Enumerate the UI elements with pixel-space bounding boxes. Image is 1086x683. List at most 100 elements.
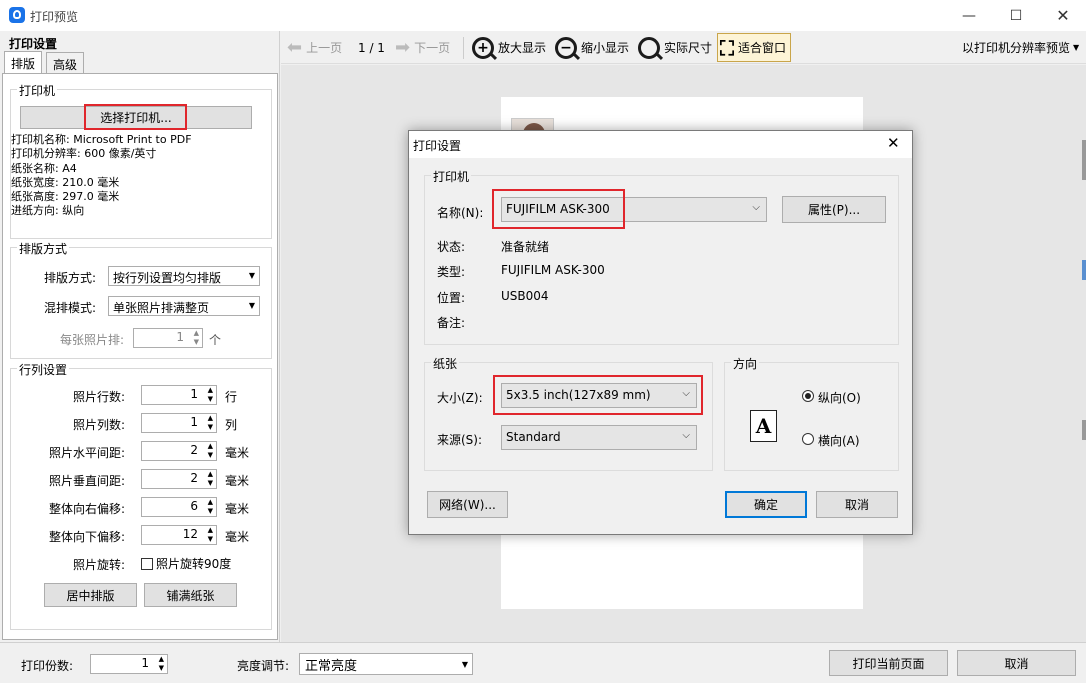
properties-button[interactable]: 属性(P)... bbox=[782, 196, 886, 223]
printer-info: 打印机名称: Microsoft Print to PDF 打印机分辨率: 60… bbox=[11, 133, 266, 219]
spinner-arrows-icon[interactable]: ▲ ▼ bbox=[208, 414, 213, 432]
grid-row-spinner[interactable]: 1 ▲ ▼ bbox=[141, 385, 217, 405]
grid-row-unit: 毫米 bbox=[225, 530, 250, 544]
dialog-close-icon[interactable]: ✕ bbox=[887, 134, 900, 152]
chevron-down-icon: ▼ bbox=[1073, 43, 1080, 52]
tab-layout[interactable]: 排版 bbox=[4, 51, 43, 74]
grid-row-spinner[interactable]: 1 ▲ ▼ bbox=[141, 413, 217, 433]
portrait-page-icon: A bbox=[750, 410, 777, 442]
paper-size-label: 大小(Z): bbox=[437, 391, 483, 405]
panel-title: 打印设置 bbox=[9, 37, 58, 51]
paper-name-info: 纸张名称: A4 bbox=[11, 161, 77, 175]
close-icon[interactable]: ✕ bbox=[1040, 0, 1086, 31]
portrait-radio[interactable]: 纵向(O) bbox=[802, 390, 892, 406]
dialog-printer-group-title: 打印机 bbox=[431, 168, 472, 185]
rotate-checkbox[interactable]: 照片旋转90度 bbox=[141, 555, 231, 571]
radio-button[interactable] bbox=[802, 390, 814, 402]
per-photo-spinner[interactable]: 1 ▲ ▼ bbox=[133, 328, 203, 348]
layout-group: 排版方式 排版方式: 按行列设置均匀排版 ▼ 混排模式: 单张照片排满整页 ▼ … bbox=[10, 240, 272, 359]
print-setup-dialog: 打印设置 ✕ 打印机 名称(N): FUJIFILM ASK-300 ⌵ 属性(… bbox=[408, 130, 913, 535]
title-bar: 打印预览 — ☐ ✕ bbox=[0, 0, 1086, 31]
grid-row-label: 照片列数: bbox=[72, 418, 125, 432]
prev-page-button[interactable]: ⬅ 上一页 bbox=[287, 31, 342, 64]
brightness-select[interactable]: 正常亮度 ▼ bbox=[299, 653, 473, 675]
chevron-down-icon: ⌵ bbox=[682, 430, 690, 441]
network-label: 网络(W)... bbox=[439, 498, 496, 512]
layout-mode-select[interactable]: 按行列设置均匀排版 ▼ bbox=[108, 266, 260, 286]
grid-group: 行列设置 照片行数: 1 ▲ ▼ 行照片列数: 1 ▲ ▼ 列照片水平间距: 2 ▲ ▼ 毫米 照片垂直间… bbox=[10, 361, 272, 630]
chevron-down-icon: ▼ bbox=[248, 301, 255, 310]
printer-group: 打印机 选择打印机... 打印机名称: Microsoft Print to P… bbox=[10, 82, 272, 239]
zoom-out-icon: − bbox=[555, 36, 577, 59]
printer-name-label: 名称(N): bbox=[437, 206, 484, 220]
spinner-arrows-icon[interactable]: ▲ ▼ bbox=[194, 329, 199, 347]
grid-row-unit: 毫米 bbox=[225, 474, 250, 488]
grid-row-spinner[interactable]: 2 ▲ ▼ bbox=[141, 469, 217, 489]
radio-button[interactable] bbox=[802, 433, 814, 445]
status-value: 准备就绪 bbox=[501, 240, 550, 254]
grid-row-label: 照片垂直间距: bbox=[48, 474, 125, 488]
network-button[interactable]: 网络(W)... bbox=[427, 491, 508, 518]
brightness-label: 亮度调节: bbox=[237, 659, 290, 673]
window-title: 打印预览 bbox=[30, 10, 79, 24]
spinner-arrows-icon[interactable]: ▲ ▼ bbox=[208, 526, 213, 544]
spinner-arrows-icon[interactable]: ▲ ▼ bbox=[159, 655, 164, 673]
landscape-radio[interactable]: 横向(A) bbox=[802, 433, 892, 449]
copies-spinner[interactable]: 1 ▲ ▼ bbox=[90, 654, 168, 674]
fill-paper-button[interactable]: 铺满纸张 bbox=[144, 583, 237, 607]
grid-row-spinner[interactable]: 2 ▲ ▼ bbox=[141, 441, 217, 461]
copies-label: 打印份数: bbox=[21, 659, 74, 673]
paper-source-select[interactable]: Standard ⌵ bbox=[501, 425, 697, 450]
grid-row-spinner[interactable]: 12 ▲ ▼ bbox=[141, 525, 217, 545]
mix-mode-select[interactable]: 单张照片排满整页 ▼ bbox=[108, 296, 260, 316]
app-logo-icon bbox=[9, 7, 25, 23]
grid-row-label: 照片水平间距: bbox=[48, 446, 125, 460]
printer-resolution-info: 打印机分辨率: 600 像素/英寸 bbox=[11, 147, 157, 161]
portrait-label: 纵向(O) bbox=[818, 391, 861, 405]
spinner-arrows-icon[interactable]: ▲ ▼ bbox=[208, 386, 213, 404]
print-current-page-label: 打印当前页面 bbox=[852, 656, 925, 671]
print-current-page-button[interactable]: 打印当前页面 bbox=[829, 650, 948, 676]
ok-button[interactable]: 确定 bbox=[725, 491, 807, 518]
dialog-cancel-button[interactable]: 取消 bbox=[816, 491, 898, 518]
dialog-paper-group-title: 纸张 bbox=[431, 355, 460, 372]
grid-row-label: 整体向右偏移: bbox=[48, 502, 125, 516]
resolution-preview-dropdown[interactable]: 以打印机分辨率预览 ▼ bbox=[962, 31, 1079, 64]
dialog-title: 打印设置 bbox=[413, 139, 462, 153]
mix-mode-label: 混排模式: bbox=[44, 301, 97, 315]
next-page-button[interactable]: ➡ 下一页 bbox=[395, 31, 450, 64]
status-label: 状态: bbox=[437, 240, 466, 254]
center-layout-button[interactable]: 居中排版 bbox=[44, 583, 137, 607]
grid-row-spinner[interactable]: 6 ▲ ▼ bbox=[141, 497, 217, 517]
grid-row-label: 整体向下偏移: bbox=[48, 530, 125, 544]
actual-size-button[interactable]: 实际尺寸 bbox=[638, 31, 712, 64]
chevron-down-icon: ▼ bbox=[461, 660, 468, 669]
printer-group-title: 打印机 bbox=[17, 82, 58, 99]
zoom-out-button[interactable]: − 缩小显示 bbox=[555, 31, 629, 64]
per-photo-value: 1 bbox=[176, 330, 184, 344]
zoom-in-label: 放大显示 bbox=[498, 41, 547, 55]
chevron-down-icon: ▼ bbox=[248, 271, 255, 280]
grid-row-value: 2 bbox=[190, 471, 198, 485]
rotate-label: 照片旋转: bbox=[72, 558, 125, 572]
spinner-arrows-icon[interactable]: ▲ ▼ bbox=[208, 470, 213, 488]
tab-content: 打印机 选择打印机... 打印机名称: Microsoft Print to P… bbox=[2, 73, 278, 640]
paper-source-label: 来源(S): bbox=[437, 433, 483, 447]
highlight-box bbox=[84, 104, 187, 130]
spinner-arrows-icon[interactable]: ▲ ▼ bbox=[208, 498, 213, 516]
grid-row-value: 1 bbox=[190, 387, 198, 401]
maximize-icon[interactable]: ☐ bbox=[993, 0, 1039, 31]
minimize-icon[interactable]: — bbox=[946, 0, 992, 31]
scrollbar-marker bbox=[1082, 420, 1086, 440]
checkbox-icon[interactable] bbox=[141, 558, 153, 570]
toolbar: ⬅ 上一页 1 / 1 ➡ 下一页 + 放大显示 − 缩小显示 实际尺寸 ⛶ 适… bbox=[281, 31, 1086, 64]
grid-row-unit: 列 bbox=[225, 418, 238, 432]
tab-advanced[interactable]: 高级 bbox=[46, 52, 85, 73]
fit-window-button[interactable]: ⛶ 适合窗口 bbox=[717, 33, 792, 62]
zoom-in-button[interactable]: + 放大显示 bbox=[472, 31, 546, 64]
cancel-button[interactable]: 取消 bbox=[957, 650, 1076, 676]
mix-mode-value: 单张照片排满整页 bbox=[113, 301, 210, 315]
center-layout-label: 居中排版 bbox=[66, 588, 115, 603]
layout-mode-label: 排版方式: bbox=[44, 271, 97, 285]
spinner-arrows-icon[interactable]: ▲ ▼ bbox=[208, 442, 213, 460]
